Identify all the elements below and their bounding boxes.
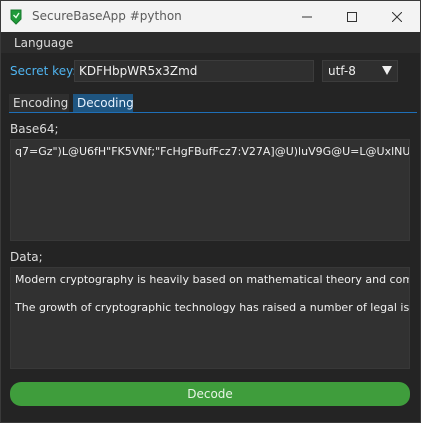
secret-key-label: Secret key: [10,64,77,78]
title-bar[interactable]: SecureBaseApp #python [1,1,420,32]
tab-encoding[interactable]: Encoding [9,94,69,112]
close-icon [392,11,402,22]
tab-divider [9,112,417,113]
app-logo-icon [10,9,22,25]
menu-item-language[interactable]: Language [14,36,73,50]
data-textbox[interactable]: Modern cryptography is heavily based on … [10,267,410,369]
maximize-icon [347,11,357,22]
base64-text: q7=Gz")L@U6fH"FK5VNf;"FcHgFBufFcz7:V27A]… [15,145,410,158]
base64-label: Base64; [10,122,59,136]
base64-textbox[interactable]: q7=Gz")L@U6fH"FK5VNf;"FcHgFBufFcz7:V27A]… [10,139,410,241]
data-label: Data; [10,250,43,264]
menu-bar: Language [1,32,420,53]
encoding-select[interactable]: utf-8 [322,60,398,82]
data-text-line: The growth of cryptographic technology h… [15,301,410,314]
maximize-button[interactable] [329,1,375,32]
main-panel: Secret key: KDFHbpWR5x3Zmd utf-8 Encodin… [1,53,420,422]
tab-decoding[interactable]: Decoding [73,94,134,112]
encoding-selected-value: utf-8 [328,64,356,78]
dropdown-arrow-icon[interactable] [382,66,392,75]
window-title: SecureBaseApp #python [32,9,182,23]
minimize-icon [302,16,312,17]
secret-key-input[interactable]: KDFHbpWR5x3Zmd [74,60,314,82]
data-text-line: Modern cryptography is heavily based on … [15,273,410,286]
decode-button[interactable]: Decode [10,382,410,406]
close-button[interactable] [374,1,420,32]
minimize-button[interactable] [284,1,330,32]
app-window: SecureBaseApp #python Language Secret ke… [0,0,421,423]
